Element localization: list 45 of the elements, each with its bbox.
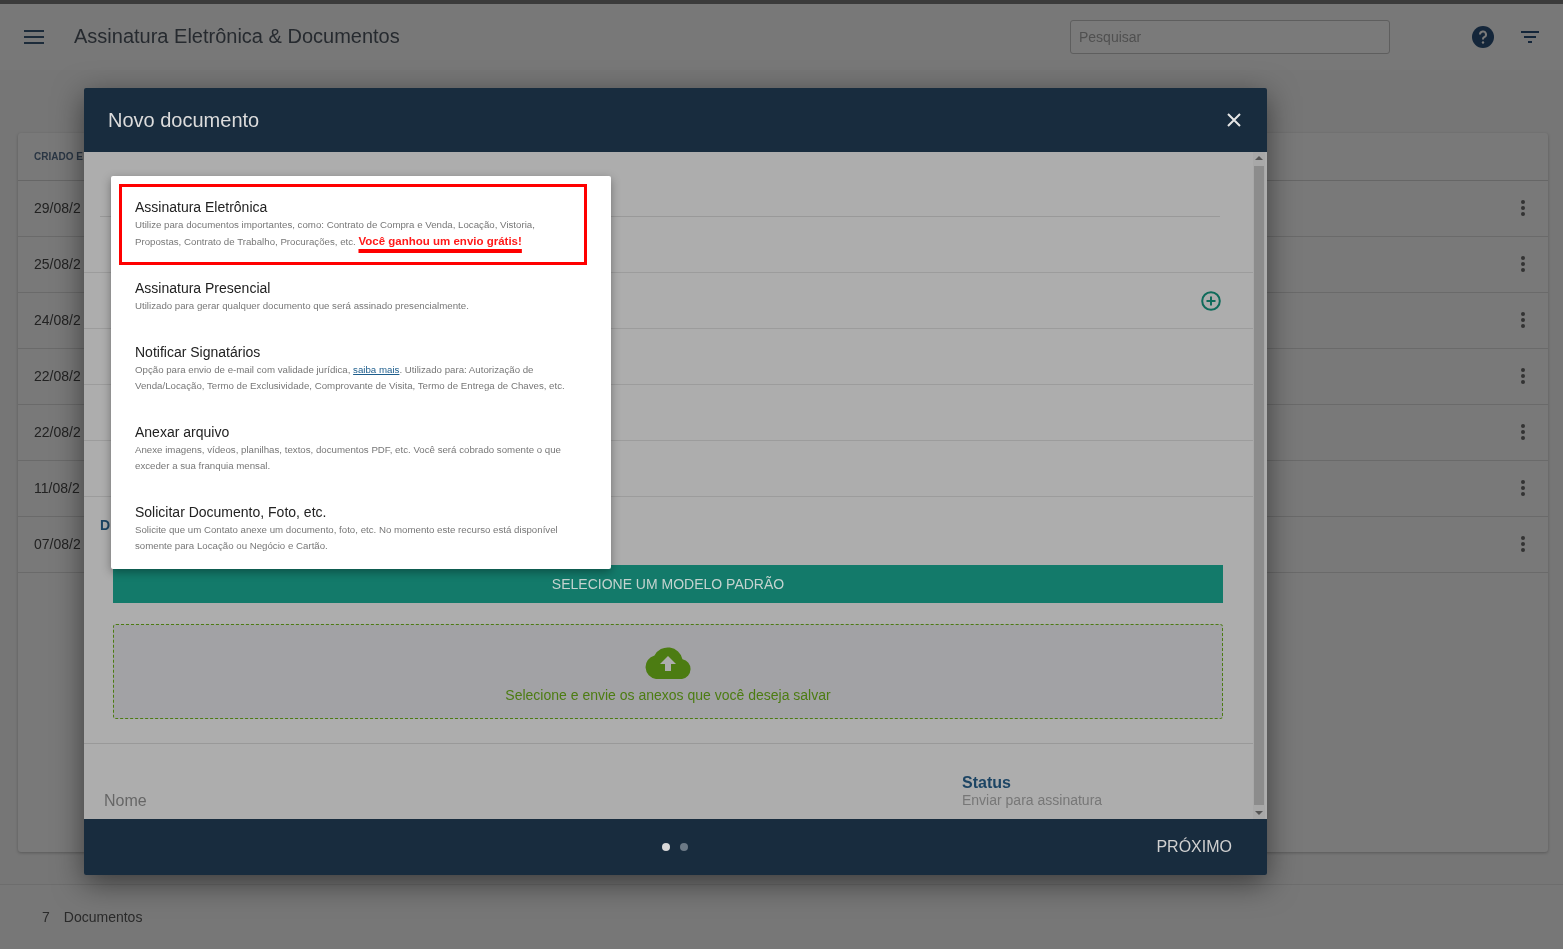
document-count: 7 (42, 909, 50, 926)
table-cell: 07/08/2 (34, 536, 81, 553)
menu-item-description: Utilize para documentos importantes, como: Contrato de Compra e Venda, Locação, Vistoria, Propostas, Contrato de Trabalho, Procurações, etc. Você ganhou um envio grátis! (135, 218, 536, 249)
more-options-icon[interactable] (1521, 312, 1525, 329)
menu-item[interactable]: Anexar arquivo Anexe imagens, vídeos, planilhas, textos, documentos PDF, etc. Você será cobrado somente o que exceder a sua franquia mensal. (119, 409, 587, 489)
table-cell: 22/08/2 (34, 424, 81, 441)
add-circle-icon[interactable] (1201, 290, 1221, 311)
menu-item[interactable]: Assinatura Eletrônica Utilize para documentos importantes, como: Contrato de Compra e Venda, Locação, Vistoria, Propostas, Contrato de Trabalho, Procurações, etc. Você ganhou um envio grátis! (119, 184, 587, 265)
more-options-icon[interactable] (1521, 480, 1525, 497)
more-options-icon[interactable] (1521, 200, 1525, 217)
menu-item[interactable]: Assinatura Presencial Utilizado para gerar qualquer documento que será assinado presencialmente. (119, 265, 587, 329)
close-icon[interactable] (1227, 113, 1241, 127)
scrollbar[interactable] (1253, 152, 1265, 819)
page-dot[interactable] (680, 843, 688, 851)
app-title: Assinatura Eletrônica & Documentos (74, 25, 401, 49)
cloud-upload-icon (644, 646, 692, 679)
menu-item-title: Assinatura Eletrônica (135, 198, 269, 217)
more-options-icon[interactable] (1521, 368, 1525, 385)
table-cell: 11/08/2 (34, 480, 80, 497)
menu-item-description: Anexe imagens, vídeos, planilhas, textos, documentos PDF, etc. Você será cobrado somente o que exceder a sua franquia mensal. (135, 443, 562, 473)
help-icon[interactable] (1472, 25, 1494, 48)
menu-item-description: Opção para envio de e-mail com validade jurídica, saiba mais. Utilizado para: Autorização de Venda/Locação, Termo de Exclusividade, Comprovante de Visita, Termo de Entrega de Chaves, etc. (135, 363, 566, 393)
table-cell: 24/08/2 (34, 312, 81, 329)
more-options-icon[interactable] (1521, 536, 1525, 553)
table-cell: 22/08/2 (34, 368, 81, 385)
more-options-icon[interactable] (1521, 424, 1525, 441)
menu-item-description: Solicite que um Contato anexe um documento, foto, etc. No momento este recurso está disponível somente para Locação ou Negócio e Cartão. (135, 523, 559, 553)
filter-icon[interactable] (1521, 30, 1539, 43)
table-cell: 25/08/2 (34, 256, 81, 273)
upload-hint: Selecione e envie os anexos que você deseja salvar (505, 686, 831, 703)
table-cell: 29/08/2 (34, 200, 81, 217)
dialog-title: Novo documento (108, 108, 260, 132)
status-label: Status (962, 774, 1012, 792)
menu-icon[interactable] (24, 29, 44, 44)
menu-item-title: Anexar arquivo (135, 423, 231, 442)
menu-item-title: Assinatura Presencial (135, 279, 272, 298)
menu-item-title: Notificar Signatários (135, 343, 262, 362)
section-title: D (100, 517, 111, 533)
menu-item-description: Utilizado para gerar qualquer documento que será assinado presencialmente. (135, 299, 470, 313)
menu-item-title: Solicitar Documento, Foto, etc. (135, 503, 328, 522)
documents-label: Documentos (63, 909, 143, 926)
name-label: Nome (104, 792, 148, 811)
page-dot[interactable] (662, 843, 670, 851)
more-options-icon[interactable] (1521, 256, 1525, 273)
next-button[interactable]: PRÓXIMO (1156, 834, 1232, 860)
